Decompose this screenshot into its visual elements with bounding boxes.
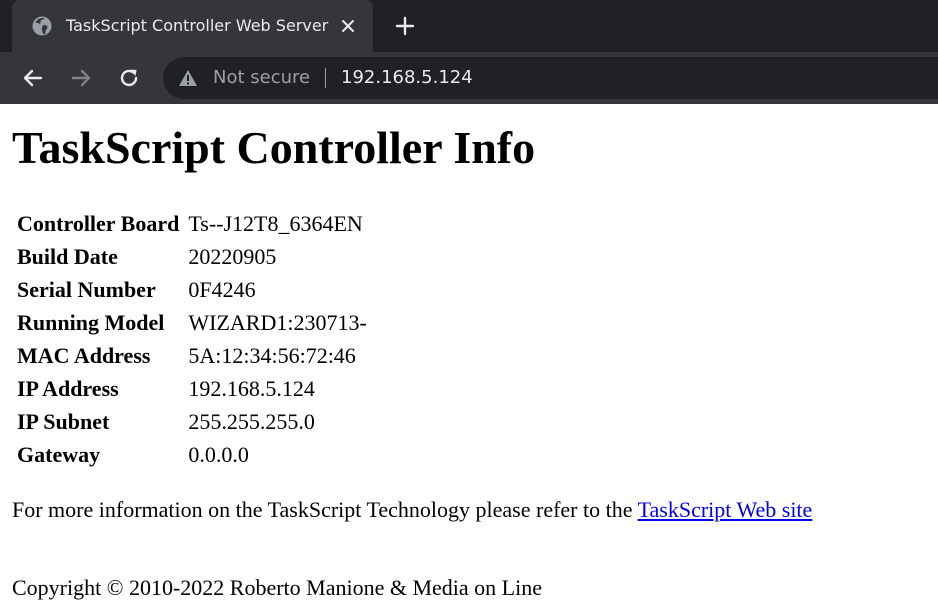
table-row: Controller Board Ts--J12T8_6364EN <box>17 207 367 240</box>
more-info-paragraph: For more information on the TaskScript T… <box>12 495 812 525</box>
info-label: IP Address <box>17 375 119 401</box>
info-value: 0F4246 <box>188 276 256 302</box>
taskscript-website-link[interactable]: TaskScript Web site <box>638 497 813 522</box>
info-label: MAC Address <box>17 342 151 368</box>
address-bar-divider <box>325 68 326 88</box>
browser-toolbar: Not secure 192.168.5.124 <box>0 52 938 104</box>
info-label: Controller Board <box>17 210 180 236</box>
info-value: 0.0.0.0 <box>188 441 249 467</box>
info-label: Gateway <box>17 441 101 467</box>
tab-title: TaskScript Controller Web Server <box>66 16 329 35</box>
globe-icon <box>32 16 52 36</box>
table-row: IP Subnet 255.255.255.0 <box>17 405 367 438</box>
table-row: Gateway 0.0.0.0 <box>17 438 367 471</box>
table-row: IP Address 192.168.5.124 <box>17 372 367 405</box>
info-label: Serial Number <box>17 276 156 302</box>
info-value: Ts--J12T8_6364EN <box>188 210 363 236</box>
warning-triangle-icon[interactable] <box>178 69 198 87</box>
info-label: Build Date <box>17 243 118 269</box>
info-value: 192.168.5.124 <box>188 375 315 401</box>
info-label: IP Subnet <box>17 408 110 434</box>
more-info-text: For more information on the TaskScript T… <box>12 497 638 522</box>
browser-tabstrip: TaskScript Controller Web Server <box>0 0 938 52</box>
info-value: 20220905 <box>188 243 277 269</box>
info-label: Running Model <box>17 309 165 335</box>
table-row: Serial Number 0F4246 <box>17 273 367 306</box>
browser-tab-active[interactable]: TaskScript Controller Web Server <box>12 0 373 52</box>
forward-arrow-icon[interactable] <box>69 66 93 90</box>
info-value: WIZARD1:230713- <box>188 309 367 335</box>
reload-icon[interactable] <box>117 66 141 90</box>
table-row: Running Model WIZARD1:230713- <box>17 306 367 339</box>
page-title: TaskScript Controller Info <box>12 122 536 173</box>
close-icon[interactable] <box>338 16 358 36</box>
back-arrow-icon[interactable] <box>21 66 45 90</box>
security-status-label[interactable]: Not secure <box>213 66 310 90</box>
table-row: MAC Address 5A:12:34:56:72:46 <box>17 339 367 372</box>
info-value: 5A:12:34:56:72:46 <box>188 342 356 368</box>
plus-icon[interactable] <box>393 14 417 38</box>
address-bar[interactable]: Not secure 192.168.5.124 <box>163 57 938 99</box>
table-row: Build Date 20220905 <box>17 240 367 273</box>
copyright-notice: Copyright © 2010-2022 Roberto Manione & … <box>12 575 542 600</box>
url-text[interactable]: 192.168.5.124 <box>341 66 473 90</box>
info-value: 255.255.255.0 <box>188 408 315 434</box>
controller-info-table: Controller Board Ts--J12T8_6364EN Build … <box>14 207 370 471</box>
page-content: TaskScript Controller Info Controller Bo… <box>0 104 938 615</box>
